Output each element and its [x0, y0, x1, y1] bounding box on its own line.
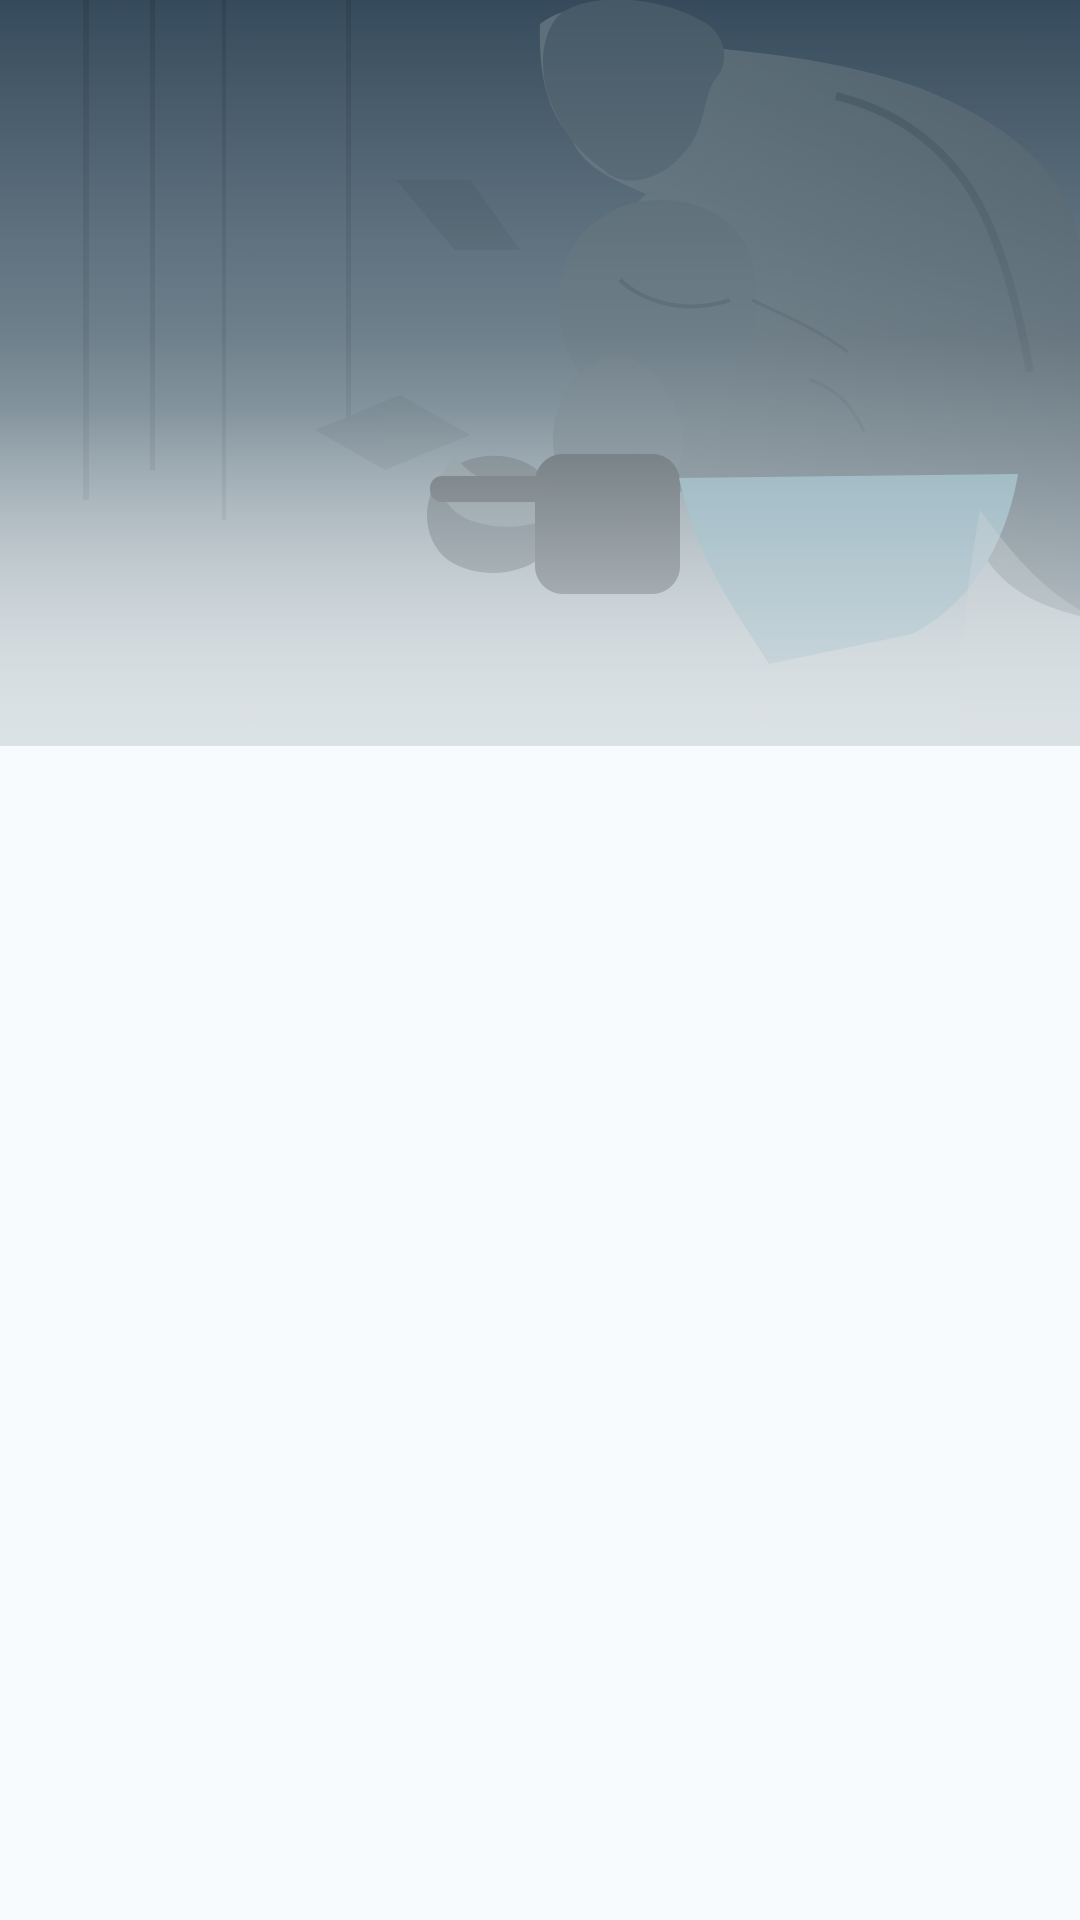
onboarding-screen — [0, 0, 1080, 1920]
hero-fade-overlay — [0, 0, 1080, 746]
hero-image — [0, 0, 1080, 746]
content-area — [0, 746, 1080, 1920]
athlete-dumbbell-curl-photo — [0, 0, 1080, 746]
